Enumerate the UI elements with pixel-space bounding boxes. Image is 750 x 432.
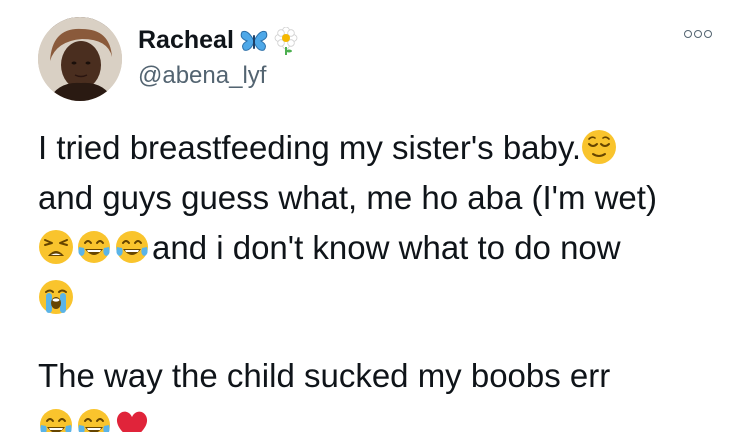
user-name-row: Racheal [138,26,298,55]
tears-of-joy-icon [40,409,72,432]
tweet-paragraph: I tried breastfeeding my sister's baby. … [38,123,718,323]
tweet-paragraph: The way the child sucked my boobs err [38,351,718,432]
user-name[interactable]: Racheal [138,26,234,55]
butterfly-icon [240,30,268,51]
weary-face-icon [39,230,73,264]
tears-of-joy-icon [78,231,110,263]
user-handle[interactable]: @abena_lyf [138,62,266,90]
tears-of-joy-icon [116,231,148,263]
red-heart-icon [116,411,148,432]
tweet-card: Racheal @abena_lyf I tried breastfeeding… [0,0,750,432]
tears-of-joy-icon [78,409,110,432]
more-dot-icon [684,30,692,38]
tweet-text: I tried breastfeeding my sister's baby. … [38,123,718,432]
relieved-face-icon [582,130,617,164]
more-options-button[interactable] [684,30,712,38]
tweet-text-line: The way the child sucked my boobs err [38,357,611,394]
tweet-text-line: and i don't know what to do now [152,229,621,266]
loudly-crying-icon [39,280,73,314]
flower-icon [274,26,298,55]
tweet-text-line: I tried breastfeeding my sister's baby. [38,129,582,166]
tweet-text-line: and guys guess what, me ho aba (I'm wet) [38,179,657,216]
more-dot-icon [704,30,712,38]
avatar[interactable] [38,17,122,101]
more-dot-icon [694,30,702,38]
